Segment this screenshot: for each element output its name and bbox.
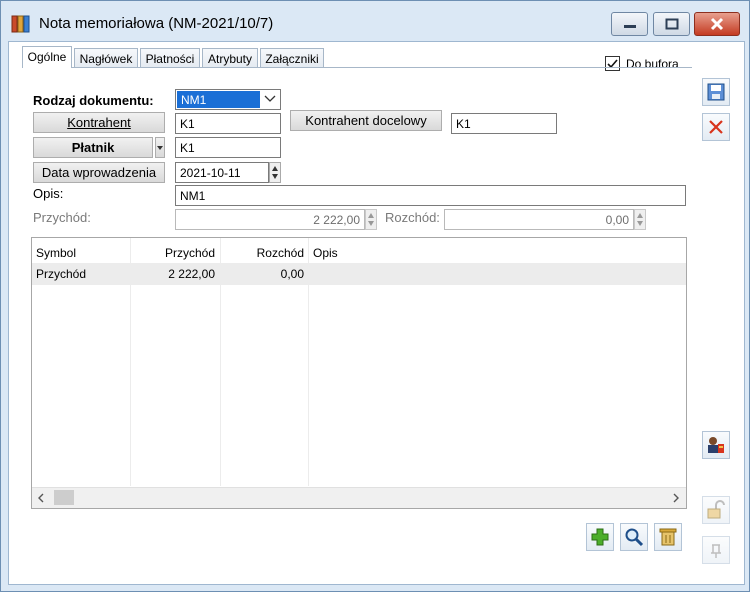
- maximize-button[interactable]: [653, 12, 690, 36]
- delete-icon: [709, 120, 723, 134]
- delete-button[interactable]: [702, 113, 730, 141]
- close-icon: [710, 17, 724, 31]
- przychod-spinner: [365, 209, 377, 230]
- rodzaj-dokumentu-label: Rodzaj dokumentu:: [33, 93, 154, 108]
- chevron-down-icon: [264, 95, 276, 102]
- search-button[interactable]: [620, 523, 648, 551]
- add-button[interactable]: [586, 523, 614, 551]
- tab-zalaczniki[interactable]: Załączniki: [260, 48, 324, 68]
- spin-arrows-icon: [637, 213, 643, 226]
- minimize-icon: [623, 25, 636, 28]
- column-header-rozchod[interactable]: Rozchód: [220, 246, 304, 260]
- opis-label: Opis:: [33, 186, 64, 201]
- platnik-field[interactable]: K1: [175, 137, 281, 158]
- rozchod-spinner: [634, 209, 646, 230]
- binders-icon: [11, 15, 30, 33]
- window-title: Nota memoriałowa (NM-2021/10/7): [39, 15, 274, 32]
- rodzaj-dokumentu-select[interactable]: NM1: [175, 89, 281, 110]
- trash-icon: [659, 528, 677, 546]
- titlebar: Nota memoriałowa (NM-2021/10/7): [1, 1, 749, 41]
- save-button[interactable]: [702, 78, 730, 106]
- column-header-przychod[interactable]: Przychód: [130, 246, 215, 260]
- add-icon: [591, 528, 609, 546]
- spin-arrows-icon: [368, 213, 374, 226]
- table-row[interactable]: Przychód 2 222,00 0,00: [32, 263, 686, 285]
- maximize-icon: [665, 18, 678, 30]
- unlock-button: [702, 496, 730, 524]
- entries-grid: Symbol Przychód Rozchód Opis Przychód 2 …: [31, 237, 687, 509]
- cell-przychod: 2 222,00: [168, 267, 215, 281]
- column-header-opis[interactable]: Opis: [313, 246, 338, 260]
- spin-arrows-icon: [272, 166, 278, 179]
- tab-platnosci[interactable]: Płatności: [140, 48, 200, 68]
- tab-ogolne[interactable]: Ogólne: [22, 46, 72, 68]
- kontrahent-field[interactable]: K1: [175, 113, 281, 134]
- platnik-button[interactable]: Płatnik: [33, 137, 153, 158]
- tab-atrybuty[interactable]: Atrybuty: [202, 48, 258, 68]
- data-wprowadzenia-field[interactable]: 2021-10-11: [175, 162, 269, 183]
- unlock-icon: [707, 500, 725, 519]
- horizontal-scrollbar[interactable]: [32, 487, 686, 508]
- kontrahent-docelowy-field[interactable]: K1: [451, 113, 557, 134]
- data-wprowadzenia-button[interactable]: Data wprowadzenia: [33, 162, 165, 183]
- scroll-left-icon[interactable]: [36, 493, 46, 503]
- pin-button: [702, 536, 730, 564]
- kontrahent-docelowy-button[interactable]: Kontrahent docelowy: [290, 110, 442, 131]
- trash-button[interactable]: [654, 523, 682, 551]
- przychod-field: 2 222,00: [175, 209, 365, 230]
- client-area: Ogólne Nagłówek Płatności Atrybuty Załąc…: [8, 41, 745, 585]
- rodzaj-dokumentu-value: NM1: [177, 91, 260, 108]
- cell-rozchod: 0,00: [280, 267, 304, 281]
- column-header-symbol[interactable]: Symbol: [36, 246, 76, 260]
- contractor-icon: [708, 437, 724, 453]
- przychod-label: Przychód:: [33, 210, 91, 225]
- contractor-button[interactable]: [702, 431, 730, 459]
- save-icon: [707, 83, 725, 101]
- pin-icon: [711, 544, 721, 558]
- opis-field[interactable]: NM1: [175, 185, 686, 206]
- caret-down-icon: [157, 146, 163, 150]
- data-spinner[interactable]: [269, 162, 281, 183]
- cell-symbol: Przychód: [36, 267, 87, 281]
- rozchod-field: 0,00: [444, 209, 634, 230]
- close-button[interactable]: [694, 12, 740, 36]
- minimize-button[interactable]: [611, 12, 648, 36]
- rozchod-label: Rozchód:: [385, 210, 440, 225]
- tab-naglowek[interactable]: Nagłówek: [74, 48, 138, 68]
- search-icon: [625, 528, 644, 547]
- kontrahent-button[interactable]: Kontrahent: [33, 112, 165, 133]
- scroll-right-icon[interactable]: [671, 493, 681, 503]
- scroll-thumb[interactable]: [54, 490, 74, 505]
- platnik-dropdown-button[interactable]: [155, 137, 165, 158]
- window: Nota memoriałowa (NM-2021/10/7) Ogólne N…: [0, 0, 750, 592]
